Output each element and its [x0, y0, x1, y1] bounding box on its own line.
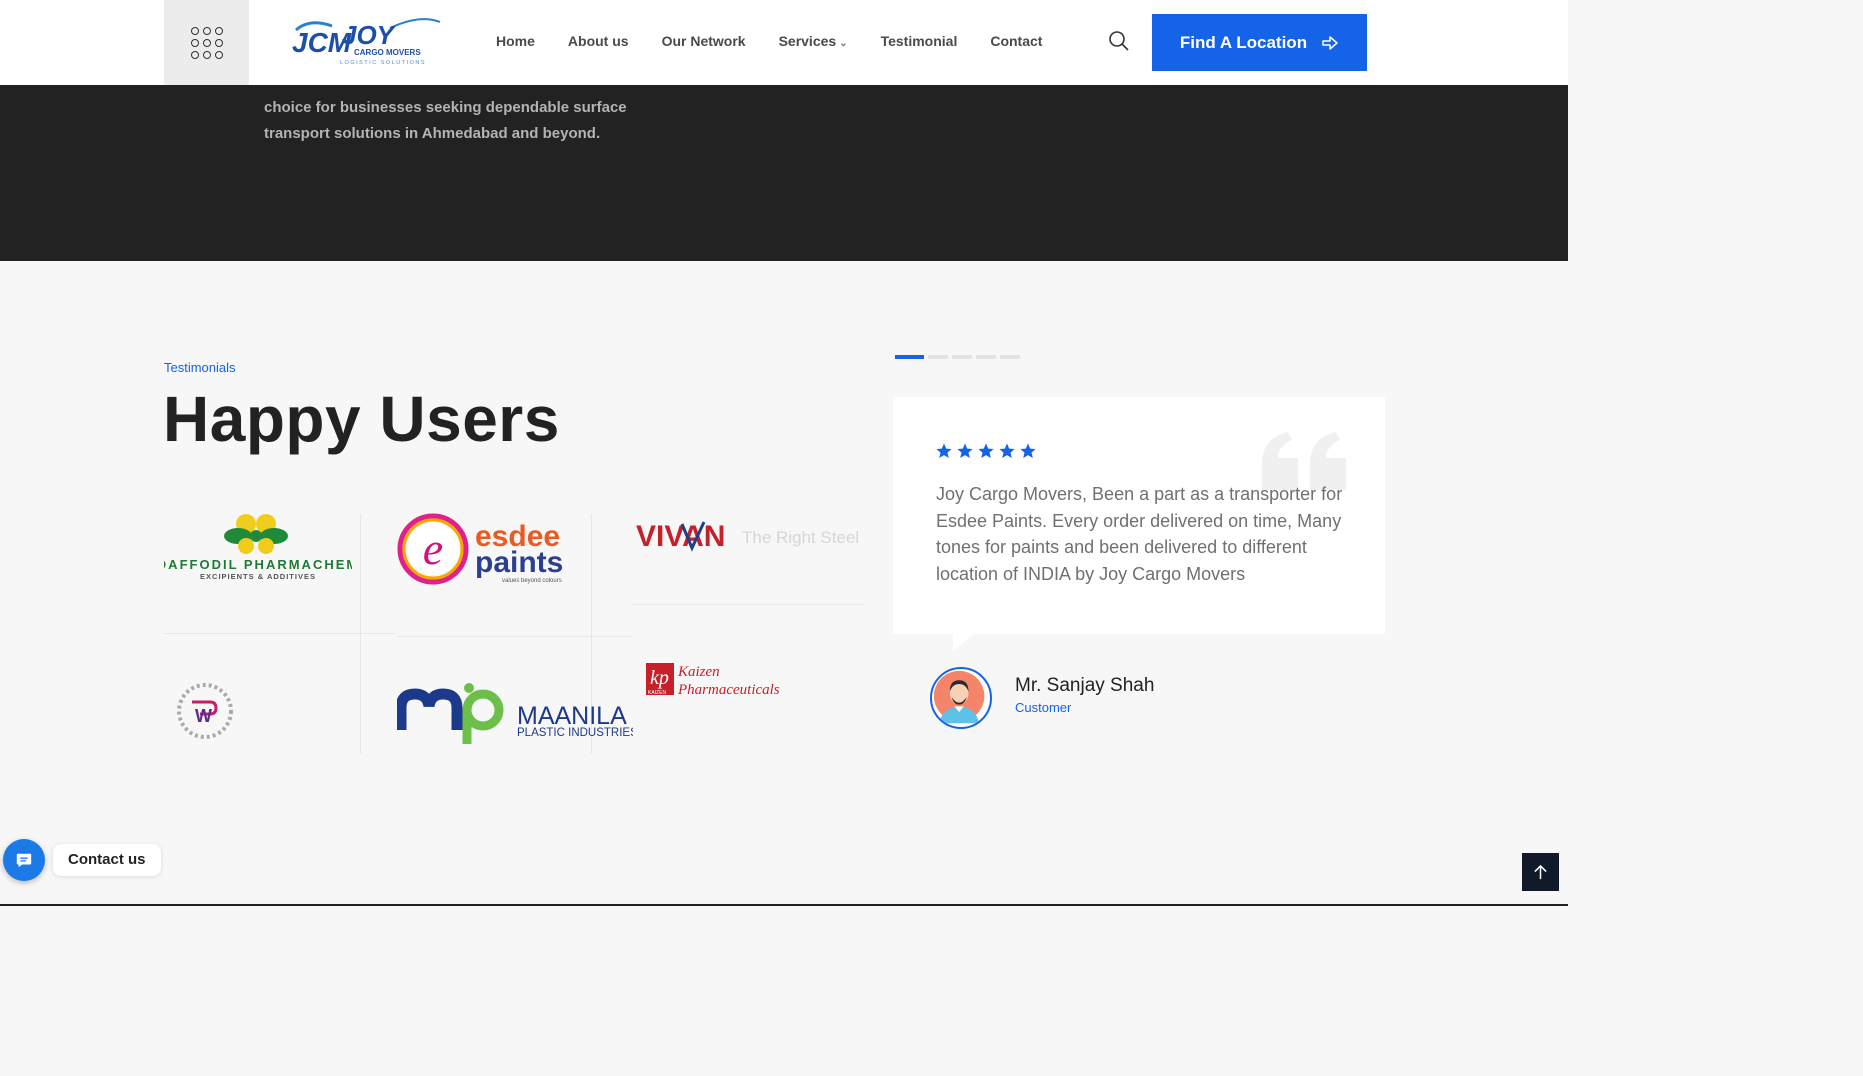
chevron-down-icon: ⌄	[839, 38, 848, 49]
nav-services[interactable]: Services ⌄	[779, 33, 848, 49]
testimonial-quote: Joy Cargo Movers, Been a part as a trans…	[936, 484, 1343, 584]
client-logo-maanila: MAANILA PLASTIC INDUSTRIES	[397, 683, 633, 744]
logo-text: JOY	[342, 20, 397, 50]
search-icon[interactable]	[1108, 30, 1130, 52]
nav-contact[interactable]: Contact	[990, 33, 1042, 49]
pager-dot[interactable]	[895, 355, 924, 359]
client-tagline: values beyond colours	[502, 578, 562, 584]
back-to-top-button[interactable]	[1522, 853, 1559, 891]
rating-stars	[936, 443, 1036, 459]
client-logo-esdee: e esdee paints values beyond colours	[397, 513, 563, 585]
find-location-button[interactable]: Find A Location	[1152, 14, 1367, 71]
testimonial-role: Customer	[1015, 700, 1072, 715]
site-logo[interactable]: JCM JOY CARGO MOVERS LOGISTIC SOLUTIONS	[290, 16, 442, 66]
contact-chat-button[interactable]	[3, 839, 45, 881]
nav-network[interactable]: Our Network	[662, 33, 746, 49]
testimonial-pager	[895, 355, 1020, 359]
pager-dot[interactable]	[928, 355, 948, 359]
client-name: DAFFODIL PHARMACHEM	[164, 557, 352, 572]
divider	[360, 514, 361, 754]
arrow-up-icon	[1534, 864, 1547, 879]
logo-sub2: LOGISTIC SOLUTIONS	[340, 60, 426, 66]
site-header: JCM JOY CARGO MOVERS LOGISTIC SOLUTIONS …	[0, 0, 1568, 85]
avatar	[930, 667, 992, 729]
about-text: choice for businesses seeking dependable…	[264, 99, 627, 142]
star-icon	[936, 443, 952, 458]
menu-grid-button[interactable]	[164, 0, 249, 85]
client-logo-kaizen: kp KAIZEN Kaizen Pharmaceuticals	[646, 663, 780, 698]
arrow-right-circle-icon	[1322, 35, 1338, 50]
client-tagline: EXCIPIENTS & ADDITIVES	[200, 572, 316, 581]
client-name2: Pharmaceuticals	[677, 682, 780, 698]
main-nav: Home About us Our Network Services ⌄ Test…	[496, 33, 1075, 49]
client-logos: DAFFODIL PHARMACHEM EXCIPIENTS & ADDITIV…	[164, 500, 864, 756]
client-name: VIVAN	[636, 520, 725, 553]
section-tag: Testimonials	[164, 360, 236, 375]
nav-services-label: Services	[778, 33, 837, 49]
testimonial-author: Mr. Sanjay Shah	[1015, 675, 1155, 696]
chat-bubble-icon	[16, 853, 32, 868]
pager-dot[interactable]	[976, 355, 996, 359]
divider	[632, 604, 864, 605]
client-logo-daffodil: DAFFODIL PHARMACHEM EXCIPIENTS & ADDITIV…	[164, 514, 352, 581]
divider	[398, 636, 632, 637]
section-heading: Happy Users	[163, 383, 560, 455]
client-name: MAANILA	[517, 702, 627, 730]
about-band: choice for businesses seeking dependable…	[0, 85, 1568, 261]
star-icon	[957, 443, 973, 458]
client-name: Kaizen	[677, 664, 720, 680]
svg-text:kp: kp	[650, 667, 669, 689]
client-logo-vivan: VIVAN The Right Steel	[636, 520, 859, 553]
client-name: W	[195, 706, 212, 726]
nav-testimonial[interactable]: Testimonial	[881, 33, 958, 49]
star-icon	[999, 443, 1015, 458]
bottom-border	[0, 904, 1568, 906]
logo-sub1: CARGO MOVERS	[354, 48, 421, 57]
nav-home[interactable]: Home	[496, 33, 535, 49]
pager-dot[interactable]	[1000, 355, 1020, 359]
find-location-label: Find A Location	[1179, 32, 1308, 52]
client-tagline: KAIZEN	[648, 690, 666, 696]
svg-text:e: e	[423, 523, 443, 574]
card-tail	[953, 633, 975, 651]
client-tagline: The Right Steel	[742, 528, 859, 547]
grid-dots-icon	[190, 26, 223, 59]
nav-about[interactable]: About us	[568, 33, 629, 49]
client-name2: paints	[475, 546, 563, 579]
star-icon	[1020, 443, 1036, 458]
pager-dot[interactable]	[952, 355, 972, 359]
divider	[164, 633, 396, 634]
star-icon	[978, 443, 994, 458]
contact-chat-label[interactable]: Contact us	[53, 844, 161, 876]
client-tagline: PLASTIC INDUSTRIES	[517, 727, 633, 739]
client-logo-w: W	[177, 683, 233, 739]
